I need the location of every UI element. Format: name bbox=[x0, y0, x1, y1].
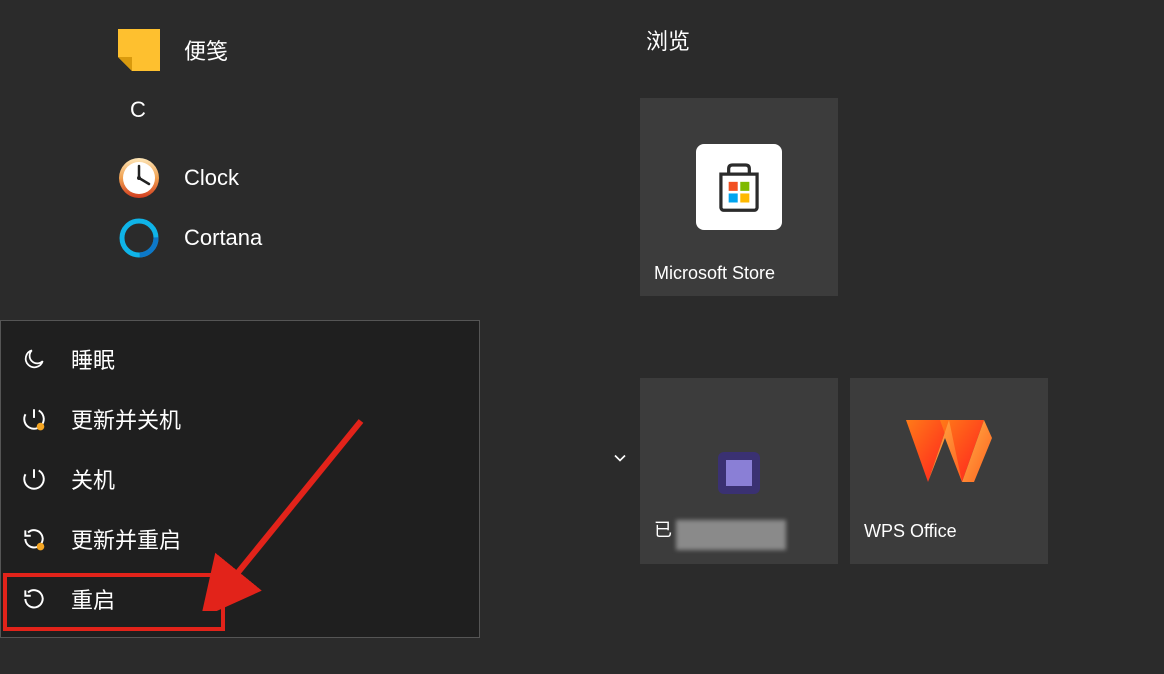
app-label: Clock bbox=[184, 165, 239, 191]
power-label: 睡眠 bbox=[71, 343, 115, 375]
power-label: 重启 bbox=[71, 583, 115, 615]
app-list-column: 便笺 C bbox=[0, 0, 590, 674]
store-icon bbox=[696, 144, 782, 230]
wps-icon bbox=[904, 412, 994, 495]
app-label: 便笺 bbox=[184, 34, 228, 66]
power-shutdown[interactable]: 关机 bbox=[1, 449, 479, 509]
power-update-icon bbox=[19, 404, 49, 434]
redacted-label bbox=[676, 520, 786, 550]
power-icon bbox=[19, 464, 49, 494]
tile-label: Microsoft Store bbox=[654, 263, 775, 284]
power-menu: 睡眠 更新并关机 bbox=[0, 320, 480, 638]
chevron-down-icon bbox=[610, 448, 630, 468]
app-icon bbox=[704, 438, 774, 513]
sticky-notes-icon bbox=[118, 29, 160, 71]
power-update-restart[interactable]: 更新并重启 bbox=[1, 509, 479, 569]
tile-microsoft-store[interactable]: Microsoft Store bbox=[640, 98, 838, 296]
app-cortana[interactable]: Cortana bbox=[0, 208, 590, 268]
power-restart[interactable]: 重启 bbox=[1, 569, 479, 629]
section-letter-label: C bbox=[130, 97, 146, 123]
tile-wps-office[interactable]: WPS Office bbox=[850, 378, 1048, 564]
power-label: 更新并重启 bbox=[71, 523, 181, 555]
tile-hidden-app[interactable]: 已 bbox=[640, 378, 838, 564]
start-menu: 便笺 C bbox=[0, 0, 1164, 674]
cortana-icon bbox=[118, 217, 160, 259]
app-sticky-notes[interactable]: 便笺 bbox=[0, 20, 590, 80]
power-update-shutdown[interactable]: 更新并关机 bbox=[1, 389, 479, 449]
group-collapse-toggle[interactable] bbox=[600, 438, 640, 478]
tiles-area: 浏览 bbox=[590, 0, 1164, 674]
clock-icon bbox=[118, 157, 160, 199]
restart-icon bbox=[19, 584, 49, 614]
power-label: 关机 bbox=[71, 463, 115, 495]
tile-label: WPS Office bbox=[864, 521, 957, 542]
moon-icon bbox=[19, 344, 49, 374]
app-clock[interactable]: Clock bbox=[0, 148, 590, 208]
tile-label: 已 bbox=[654, 516, 672, 542]
tiles-group-header[interactable]: 浏览 bbox=[646, 24, 1164, 56]
power-label: 更新并关机 bbox=[71, 403, 181, 435]
app-label: Cortana bbox=[184, 225, 262, 251]
restart-update-icon bbox=[19, 524, 49, 554]
power-sleep[interactable]: 睡眠 bbox=[1, 329, 479, 389]
section-header-c[interactable]: C bbox=[0, 80, 590, 140]
